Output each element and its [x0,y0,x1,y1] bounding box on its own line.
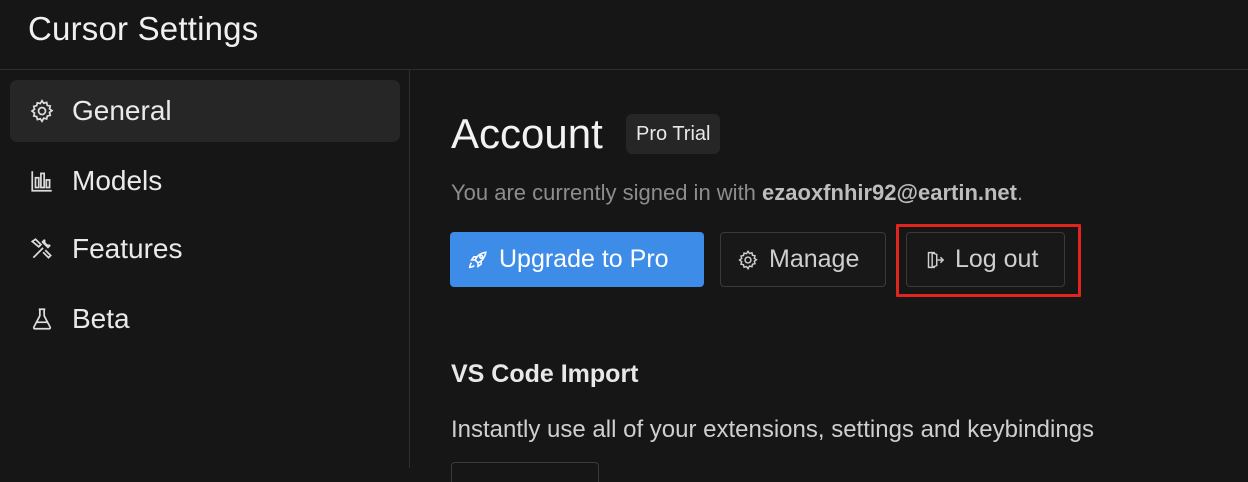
sidebar-item-general[interactable]: General [10,80,400,142]
account-email: ezaoxfnhir92@eartin.net [762,180,1017,205]
sidebar-item-beta[interactable]: Beta [10,288,400,350]
window-title: Cursor Settings [28,10,259,47]
tools-icon [28,235,56,263]
account-heading: Account [451,110,603,157]
sidebar-item-label: Features [72,233,183,264]
sidebar: General Models Features Beta [0,70,410,468]
import-button[interactable] [451,462,599,482]
sidebar-item-features[interactable]: Features [10,218,400,280]
signed-in-text: You are currently signed in with ezaoxfn… [451,180,1023,206]
bar-chart-icon [28,167,56,195]
sidebar-item-label: Beta [72,303,130,334]
flask-icon [28,305,56,333]
highlight-box [896,224,1081,297]
manage-button[interactable]: Manage [720,232,886,287]
upgrade-button-label: Upgrade to Pro [499,245,669,273]
vscode-import-heading: VS Code Import [451,360,639,388]
sidebar-item-label: Models [72,165,163,196]
rocket-icon [468,250,487,268]
plan-badge: Pro Trial [626,114,721,154]
settings-content: Account Pro Trial You are currently sign… [411,70,1248,482]
sidebar-item-label: General [72,95,172,126]
signed-in-suffix: . [1017,180,1024,205]
gear-icon [738,249,758,270]
gear-icon [28,97,56,125]
signed-in-prefix: You are currently signed in with [451,180,763,205]
manage-button-label: Manage [769,245,860,273]
vscode-import-description: Instantly use all of your extensions, se… [451,416,1095,443]
upgrade-button[interactable]: Upgrade to Pro [450,232,704,287]
title-bar: Cursor Settings [0,0,1248,70]
sidebar-item-models[interactable]: Models [10,150,400,212]
